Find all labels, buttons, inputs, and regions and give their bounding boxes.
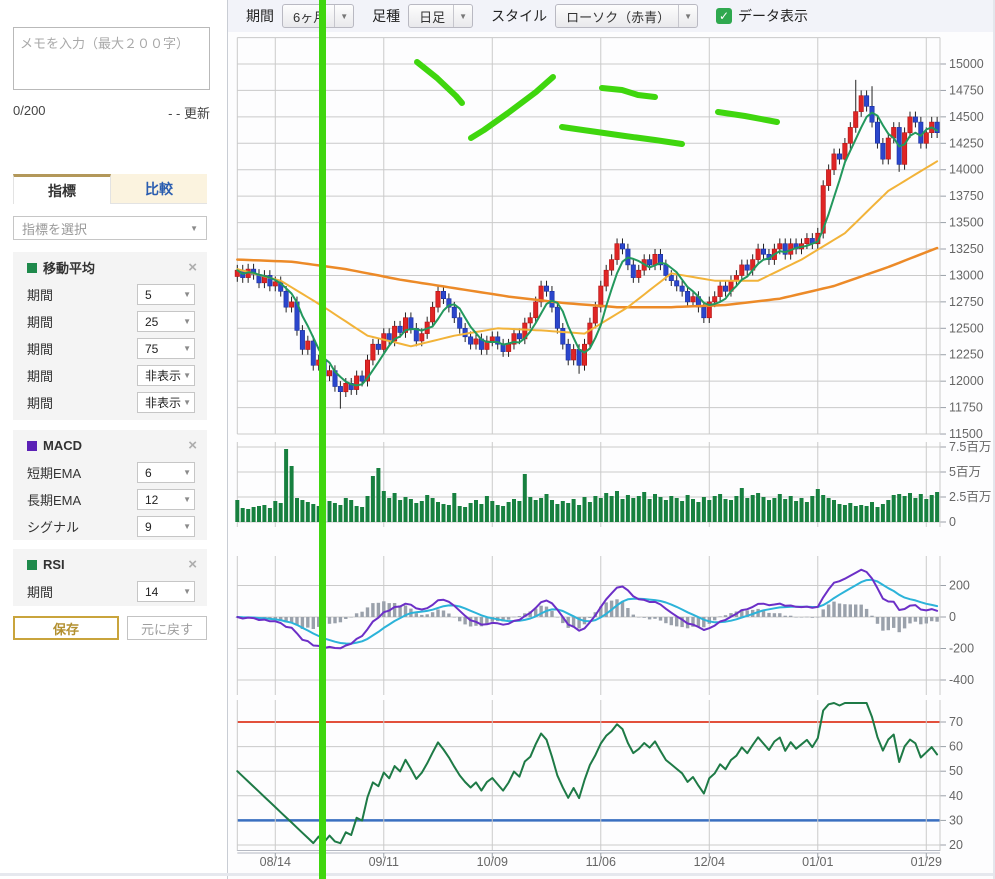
ma-period-3-select[interactable]: 75▼	[137, 338, 195, 359]
panel-rsi: RSI × 期間 14▼	[13, 549, 207, 606]
close-icon[interactable]: ×	[188, 438, 197, 453]
indicator-select[interactable]: 指標を選択 ▼	[13, 216, 207, 240]
svg-text:13500: 13500	[949, 216, 984, 230]
svg-text:200: 200	[949, 579, 970, 593]
chevron-down-icon: ▼	[183, 317, 191, 326]
chevron-down-icon: ▼	[183, 522, 191, 531]
svg-text:14000: 14000	[949, 163, 984, 177]
sidebar-tabs: 指標 比較	[13, 174, 207, 204]
svg-text:20: 20	[949, 838, 963, 852]
data-display-checkbox[interactable]: ✓	[716, 8, 732, 24]
ma-period-4-select[interactable]: 非表示▼	[137, 365, 195, 386]
svg-text:14750: 14750	[949, 83, 984, 97]
price-volume-macd-rsi-chart[interactable]: 15000 14750 14500 14250 14000 13750 13500 13250…	[228, 32, 995, 879]
svg-text:13000: 13000	[949, 268, 984, 282]
ma-period-2-select[interactable]: 25▼	[137, 311, 195, 332]
svg-text:50: 50	[949, 764, 963, 778]
chevron-down-icon: ▼	[183, 344, 191, 353]
reset-button[interactable]: 元に戻す	[127, 616, 207, 640]
svg-text:0: 0	[949, 515, 956, 529]
panel-macd: MACD × 短期EMA 6▼ 長期EMA 12▼ シグナル 9▼	[13, 430, 207, 540]
svg-text:08/14: 08/14	[260, 855, 291, 869]
hand-drawn-vertical-line	[319, 0, 326, 879]
svg-text:40: 40	[949, 789, 963, 803]
style-dropdown[interactable]: ローソク（赤青）▼	[555, 4, 698, 28]
panel-moving-average: 移動平均 × 期間 5▼ 期間 25▼ 期間 75▼ 期間 非表示▼ 期間 非表…	[13, 252, 207, 420]
chevron-down-icon: ▼	[183, 495, 191, 504]
svg-text:13250: 13250	[949, 242, 984, 256]
svg-text:12250: 12250	[949, 348, 984, 362]
chevron-down-icon: ▼	[190, 224, 198, 233]
svg-text:15000: 15000	[949, 57, 984, 71]
indicator-color-swatch	[27, 441, 37, 451]
svg-text:7.5百万: 7.5百万	[949, 440, 991, 454]
svg-text:70: 70	[949, 715, 963, 729]
bottom-border	[0, 873, 995, 876]
svg-text:30: 30	[949, 813, 963, 827]
chevron-down-icon: ▼	[183, 290, 191, 299]
period-label: 期間	[246, 6, 274, 26]
chevron-down-icon: ▼	[183, 468, 191, 477]
ma-period-5-select[interactable]: 非表示▼	[137, 392, 195, 413]
svg-text:13750: 13750	[949, 189, 984, 203]
chart-area[interactable]: 15000 14750 14500 14250 14000 13750 13500 13250…	[228, 32, 995, 879]
svg-text:-400: -400	[949, 673, 974, 687]
chevron-down-icon: ▼	[183, 587, 191, 596]
tab-indicators[interactable]: 指標	[13, 174, 111, 204]
ma-period-1-select[interactable]: 5▼	[137, 284, 195, 305]
svg-text:11500: 11500	[949, 427, 983, 441]
svg-text:12750: 12750	[949, 295, 984, 309]
indicator-color-swatch	[27, 560, 37, 570]
memo-status-row: 0/200 - - 更新	[13, 103, 210, 122]
save-button[interactable]: 保存	[13, 616, 119, 640]
short-ema-select[interactable]: 6▼	[137, 462, 195, 483]
panel-title: MACD	[43, 438, 82, 453]
chart-toolbar: 期間 6ヶ月▼ 足種 日足▼ スタイル ローソク（赤青）▼ ✓ データ表示	[228, 0, 995, 33]
svg-text:12000: 12000	[949, 374, 984, 388]
style-label: スタイル	[491, 6, 547, 26]
data-display-label: データ表示	[738, 6, 808, 26]
bartype-dropdown[interactable]: 日足▼	[408, 4, 473, 28]
svg-text:2.5百万: 2.5百万	[949, 490, 991, 504]
svg-text:01/29: 01/29	[911, 855, 942, 869]
svg-text:-200: -200	[949, 642, 974, 656]
chevron-down-icon: ▼	[453, 5, 472, 27]
signal-select[interactable]: 9▼	[137, 516, 195, 537]
svg-text:11750: 11750	[949, 401, 983, 415]
chevron-down-icon: ▼	[183, 371, 191, 380]
svg-text:09/11: 09/11	[369, 855, 399, 869]
svg-text:11/06: 11/06	[586, 855, 616, 869]
memo-counter: 0/200	[13, 103, 46, 118]
memo-update-status: - - 更新	[168, 103, 210, 122]
svg-text:14250: 14250	[949, 136, 984, 150]
memo-input[interactable]	[13, 27, 210, 90]
svg-text:12/04: 12/04	[694, 855, 725, 869]
svg-text:60: 60	[949, 740, 963, 754]
rsi-period-select[interactable]: 14▼	[137, 581, 195, 602]
long-ema-select[interactable]: 12▼	[137, 489, 195, 510]
svg-text:0: 0	[949, 610, 956, 624]
close-icon[interactable]: ×	[188, 260, 197, 275]
chevron-down-icon: ▼	[678, 5, 697, 27]
svg-text:5百万: 5百万	[949, 465, 981, 479]
panel-title: RSI	[43, 557, 65, 572]
chevron-down-icon: ▼	[183, 398, 191, 407]
tab-compare[interactable]: 比較	[111, 174, 207, 204]
indicator-color-swatch	[27, 263, 37, 273]
close-icon[interactable]: ×	[188, 557, 197, 572]
sidebar: 0/200 - - 更新 指標 比較 指標を選択 ▼ 移動平均 × 期間 5▼ …	[0, 0, 228, 879]
svg-text:10/09: 10/09	[477, 855, 508, 869]
bartype-label: 足種	[372, 6, 400, 26]
chevron-down-icon: ▼	[334, 5, 353, 27]
svg-text:14500: 14500	[949, 110, 984, 124]
panel-title: 移動平均	[43, 258, 95, 277]
svg-text:01/01: 01/01	[802, 855, 833, 869]
svg-text:12500: 12500	[949, 321, 984, 335]
